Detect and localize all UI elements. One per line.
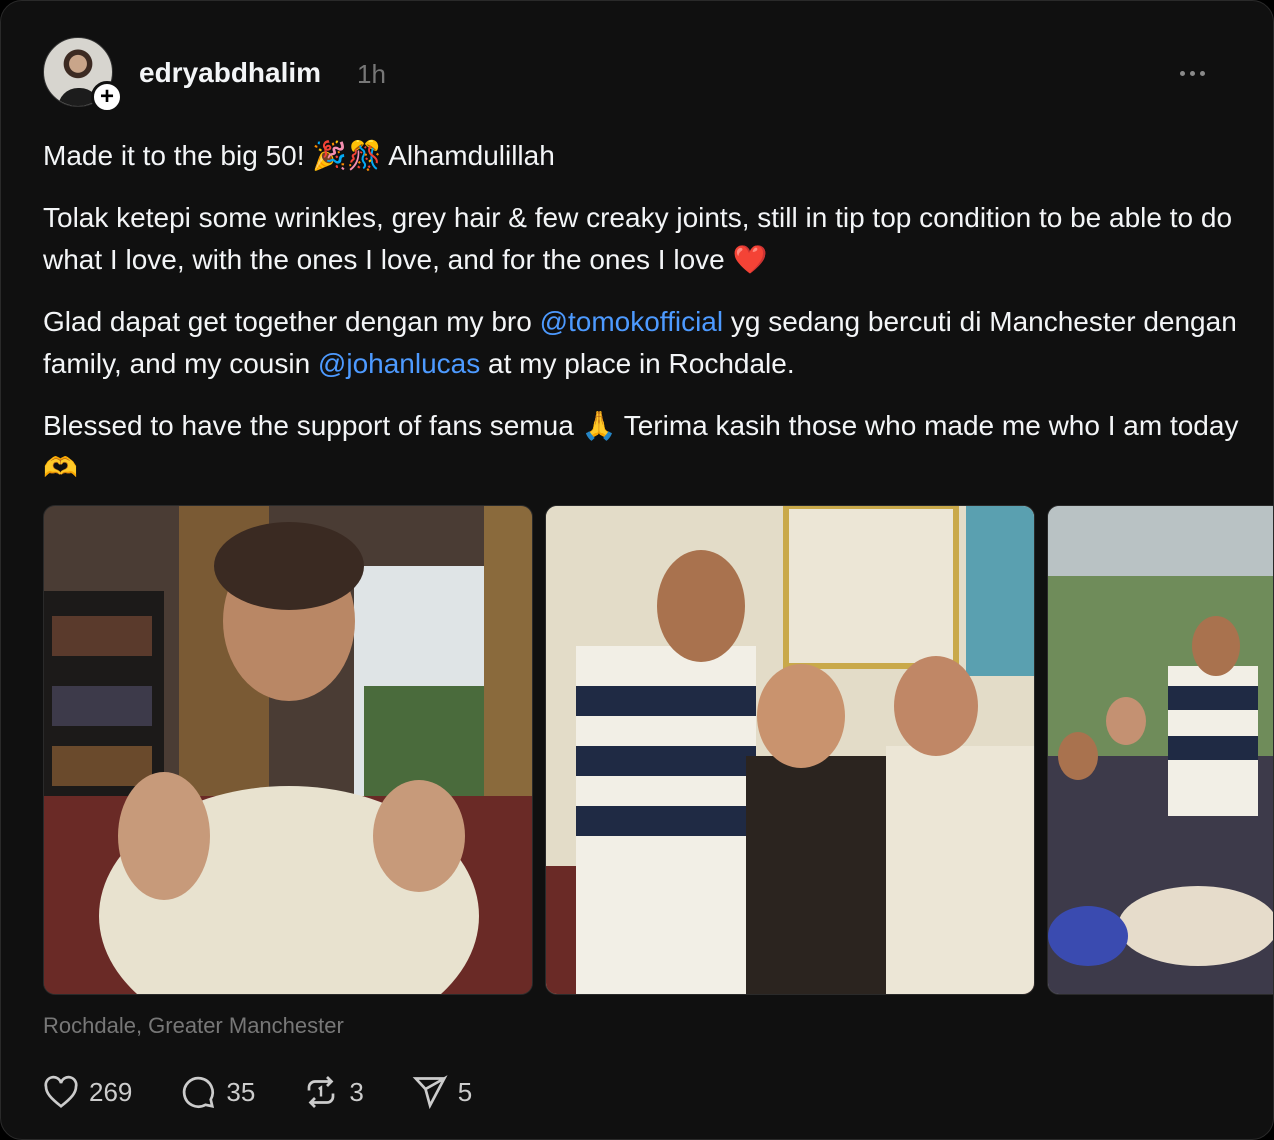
repost-icon	[307, 1076, 335, 1108]
post-time: 1h	[357, 59, 386, 89]
post-body: Made it to the big 50! 🎉🎊 Alhamdulillah …	[43, 135, 1243, 509]
avatar-container[interactable]: +	[43, 37, 123, 113]
photo-3[interactable]	[1047, 505, 1273, 995]
photo-1[interactable]	[43, 505, 533, 995]
action-bar: 269 35 3 5	[43, 1069, 520, 1115]
post-location[interactable]: Rochdale, Greater Manchester	[43, 1013, 344, 1039]
follow-plus-icon[interactable]: +	[91, 81, 123, 113]
mention-tomokofficial[interactable]: @tomokofficial	[540, 306, 724, 337]
post-header: + edryabdhalim 1h	[43, 37, 1233, 113]
like-count: 269	[89, 1076, 133, 1107]
post-paragraph-1: Made it to the big 50! 🎉🎊 Alhamdulillah	[43, 139, 555, 172]
like-button[interactable]: 269	[43, 1075, 132, 1109]
party-emoji: 🎉🎊	[312, 139, 383, 172]
repost-count: 3	[349, 1076, 364, 1107]
heart-emoji: ❤️	[732, 243, 768, 276]
post-card: + edryabdhalim 1h Made it to the big 50!…	[0, 0, 1274, 1140]
post-paragraph-3: Glad dapat get together dengan my bro @t…	[43, 306, 1237, 379]
more-icon[interactable]	[1180, 71, 1205, 76]
mention-johanlucas[interactable]: @johanlucas	[318, 348, 480, 379]
comment-count: 35	[226, 1076, 256, 1107]
heart-hands-emoji: 🫶	[43, 451, 78, 484]
repost-button[interactable]: 3	[303, 1074, 364, 1110]
comment-icon	[183, 1076, 215, 1109]
comment-button[interactable]: 35	[180, 1074, 255, 1110]
send-icon	[412, 1075, 448, 1110]
share-button[interactable]: 5	[412, 1074, 472, 1110]
heart-icon	[44, 1075, 78, 1108]
post-paragraph-2: Tolak ketepi some wrinkles, grey hair & …	[43, 202, 1233, 276]
post-paragraph-4: Blessed to have the support of fans semu…	[43, 409, 1239, 484]
photo-2[interactable]	[545, 505, 1035, 995]
pray-emoji: 🙏	[581, 409, 617, 442]
photo-carousel[interactable]	[43, 505, 1273, 995]
share-count: 5	[457, 1076, 473, 1107]
username[interactable]: edryabdhalim	[139, 57, 321, 89]
